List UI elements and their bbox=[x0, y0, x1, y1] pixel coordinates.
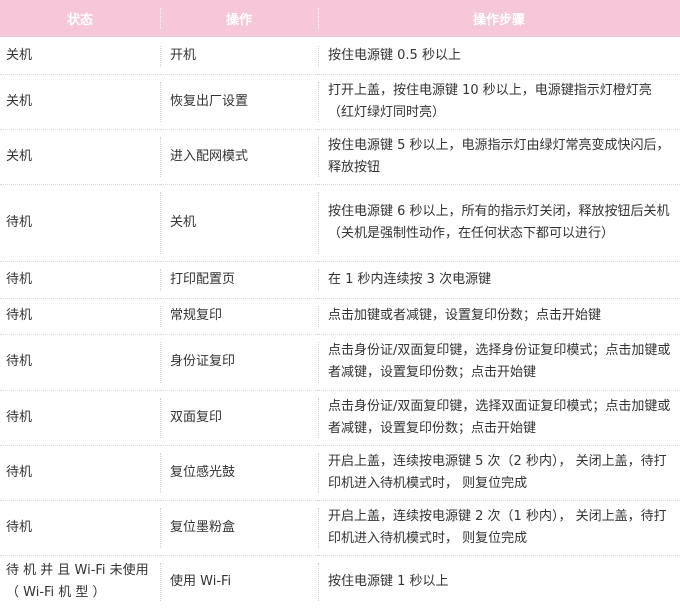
table-row: 待 机 并 且 Wi-Fi 未使用（ Wi-Fi 机 型 ） 使用 Wi-Fi … bbox=[0, 555, 680, 608]
cell-operation: 身份证复印 bbox=[160, 334, 318, 391]
table-row: 待机 关机 按住电源键 6 秒以上，所有的指示灯关闭，释放按钮后关机（关机是强制… bbox=[0, 184, 680, 262]
cell-operation: 恢复出厂设置 bbox=[160, 74, 318, 130]
cell-steps: 在 1 秒内连续按 3 次电源键 bbox=[318, 261, 680, 299]
table-row: 待机 复位墨粉盒 开启上盖，连续按电源键 2 次（1 秒内）， 关闭上盖，待打印… bbox=[0, 500, 680, 556]
cell-status: 关机 bbox=[0, 74, 160, 130]
cell-steps: 按住电源键 5 秒以上，电源指示灯由绿灯常亮变成快闪后，释放按钮 bbox=[318, 129, 680, 185]
cell-steps: 按住电源键 0.5 秒以上 bbox=[318, 38, 680, 75]
cell-operation: 双面复印 bbox=[160, 390, 318, 446]
cell-steps: 按住电源键 1 秒以上 bbox=[318, 555, 680, 608]
cell-steps: 按住电源键 6 秒以上，所有的指示灯关闭，释放按钮后关机（关机是强制性动作，在任… bbox=[318, 184, 680, 262]
table-row: 待机 复位感光鼓 开启上盖，连续按电源键 5 次（2 秒内）， 关闭上盖，待打印… bbox=[0, 445, 680, 501]
cell-operation: 复位感光鼓 bbox=[160, 445, 318, 501]
table-row: 关机 进入配网模式 按住电源键 5 秒以上，电源指示灯由绿灯常亮变成快闪后，释放… bbox=[0, 129, 680, 185]
cell-operation: 打印配置页 bbox=[160, 261, 318, 299]
table-row: 待机 打印配置页 在 1 秒内连续按 3 次电源键 bbox=[0, 261, 680, 299]
cell-status: 待机 bbox=[0, 184, 160, 262]
cell-steps: 打开上盖，按住电源键 10 秒以上，电源键指示灯橙灯亮（红灯绿灯同时亮） bbox=[318, 74, 680, 130]
table-row: 待机 身份证复印 点击身份证/双面复印键，选择身份证复印模式；点击加键或者减键，… bbox=[0, 334, 680, 391]
table-header-row: 状态 操作 操作步骤 bbox=[0, 0, 680, 39]
cell-status: 待机 bbox=[0, 298, 160, 335]
table-row: 待机 常规复印 点击加键或者减键，设置复印份数；点击开始键 bbox=[0, 298, 680, 335]
header-status: 状态 bbox=[0, 0, 160, 39]
header-operation: 操作 bbox=[160, 0, 318, 39]
header-steps: 操作步骤 bbox=[318, 0, 680, 39]
cell-status: 待机 bbox=[0, 334, 160, 391]
cell-status: 待 机 并 且 Wi-Fi 未使用（ Wi-Fi 机 型 ） bbox=[6, 562, 149, 600]
cell-operation: 关机 bbox=[160, 184, 318, 262]
table-row: 关机 恢复出厂设置 打开上盖，按住电源键 10 秒以上，电源键指示灯橙灯亮（红灯… bbox=[0, 74, 680, 130]
table-row: 关机 开机 按住电源键 0.5 秒以上 bbox=[0, 38, 680, 75]
cell-operation: 常规复印 bbox=[160, 298, 318, 335]
cell-status: 待机 bbox=[0, 445, 160, 501]
cell-operation: 复位墨粉盒 bbox=[160, 500, 318, 556]
cell-steps: 点击身份证/双面复印键，选择双面证复印模式；点击加键或者减键，设置复印份数；点击… bbox=[318, 390, 680, 446]
cell-steps: 开启上盖，连续按电源键 5 次（2 秒内）， 关闭上盖，待打印机进入待机模式时，… bbox=[318, 445, 680, 501]
operation-table: 状态 操作 操作步骤 关机 开机 按住电源键 0.5 秒以上 关机 恢复出厂设置… bbox=[0, 0, 680, 608]
table-row: 待机 双面复印 点击身份证/双面复印键，选择双面证复印模式；点击加键或者减键，设… bbox=[0, 390, 680, 446]
cell-steps: 点击身份证/双面复印键，选择身份证复印模式；点击加键或者减键，设置复印份数；点击… bbox=[318, 334, 680, 391]
cell-steps: 点击加键或者减键，设置复印份数；点击开始键 bbox=[318, 298, 680, 335]
cell-operation: 使用 Wi-Fi bbox=[160, 555, 318, 608]
cell-status: 关机 bbox=[0, 38, 160, 75]
cell-status: 待机 bbox=[0, 500, 160, 556]
cell-status: 待机 bbox=[0, 390, 160, 446]
cell-operation: 开机 bbox=[160, 38, 318, 75]
cell-operation: 进入配网模式 bbox=[160, 129, 318, 185]
cell-status: 待机 bbox=[0, 261, 160, 299]
cell-steps: 开启上盖，连续按电源键 2 次（1 秒内）， 关闭上盖，待打印机进入待机模式时，… bbox=[318, 500, 680, 556]
cell-status: 关机 bbox=[0, 129, 160, 185]
